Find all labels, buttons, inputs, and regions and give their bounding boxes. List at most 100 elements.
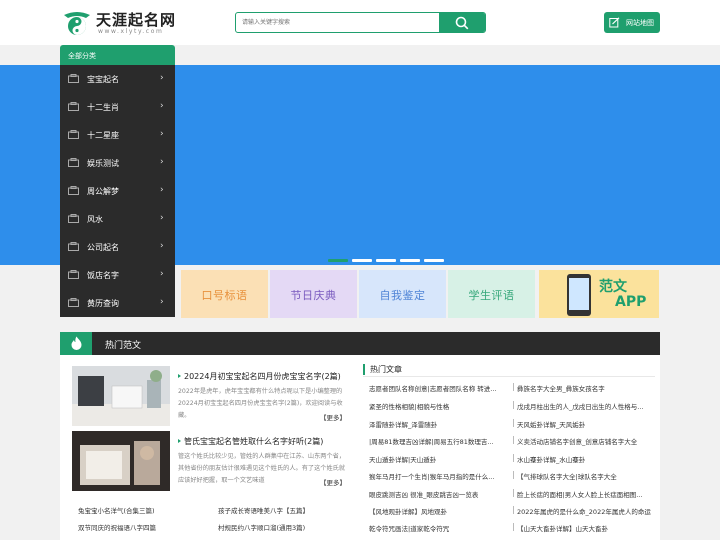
banner-dot-1[interactable] bbox=[328, 259, 348, 262]
bottom-link[interactable]: 兔宝宝小名洋气(合集三篇) bbox=[78, 505, 208, 515]
menu-icon bbox=[68, 214, 79, 223]
hot-section-title: 热门范文 bbox=[105, 341, 142, 351]
menu-icon bbox=[68, 102, 79, 111]
logo-title: 天涯起名网 bbox=[96, 11, 177, 29]
tile-label: 口号标语 bbox=[201, 289, 248, 302]
article-more-link-1[interactable]: 【更多】 bbox=[320, 412, 346, 422]
sidebar-item-label: 周公解梦 bbox=[87, 187, 119, 196]
hot-article-link[interactable]: 乾令符咒画法|道家乾令符咒 bbox=[369, 523, 509, 533]
article-title-2[interactable]: 管氏宝宝起名管姓取什么名字好听(2篇) bbox=[177, 436, 323, 447]
tile-slogan[interactable]: 口号标语 bbox=[181, 270, 268, 318]
sidebar-item-label: 十二星座 bbox=[87, 131, 119, 140]
tile-student-comment[interactable]: 学生评语 bbox=[448, 270, 535, 318]
site-header: 天涯起名网 www.xlyty.com 网站地图 bbox=[0, 0, 720, 45]
chevron-right-icon: › bbox=[160, 73, 164, 83]
divider bbox=[513, 383, 514, 391]
search-box bbox=[235, 12, 486, 33]
menu-icon bbox=[68, 242, 79, 251]
sidebar-item-restaurant-name[interactable]: 饭店名字 › bbox=[60, 261, 175, 289]
app-download-tile[interactable]: 范文 APP bbox=[539, 270, 659, 318]
menu-icon bbox=[68, 130, 79, 139]
article-more-link-2[interactable]: 【更多】 bbox=[320, 477, 346, 487]
banner-dot-2[interactable] bbox=[352, 259, 372, 262]
sidebar-item-dream[interactable]: 周公解梦 › bbox=[60, 177, 175, 205]
divider bbox=[513, 436, 514, 444]
hot-article-link[interactable]: 义卖活动店铺名字创意_创意店铺名字大全 bbox=[517, 436, 657, 446]
sidebar-item-label: 饭店名字 bbox=[87, 271, 119, 280]
tile-self-appraisal[interactable]: 自我鉴定 bbox=[359, 270, 446, 318]
tile-festival[interactable]: 节日庆典 bbox=[270, 270, 357, 318]
hot-article-link[interactable]: 泽雷随卦详解_泽雷随卦 bbox=[369, 419, 509, 429]
hot-article-link[interactable]: 紧圣的性格相貌|相貌与性格 bbox=[369, 401, 509, 411]
bottom-link[interactable]: 孩子成长寄语唯美八字【五篇】 bbox=[218, 505, 353, 515]
banner-dot-4[interactable] bbox=[400, 259, 420, 262]
article-thumbnail-1[interactable] bbox=[72, 366, 170, 426]
chevron-right-icon: › bbox=[160, 269, 164, 279]
sidebar-item-label: 宝宝起名 bbox=[87, 75, 119, 84]
menu-icon bbox=[68, 270, 79, 279]
category-heading: 全部分类 bbox=[60, 45, 175, 65]
bottom-link[interactable]: 双节同庆的祝福语八字四篇 bbox=[78, 522, 208, 532]
flame-icon bbox=[71, 336, 82, 350]
hot-article-link[interactable]: 2022年属虎的是什么命_2022年属虎人的命运 bbox=[517, 506, 657, 516]
hot-article-link[interactable]: 猴年马月打一个生肖|猴年马月指的是什么... bbox=[369, 471, 509, 481]
sidebar-item-zodiac[interactable]: 十二生肖 › bbox=[60, 93, 175, 121]
divider bbox=[513, 489, 514, 497]
search-button[interactable] bbox=[439, 13, 485, 32]
hot-article-link[interactable]: 【山天大畜卦详解】山天大畜卦 bbox=[517, 523, 657, 533]
divider bbox=[513, 454, 514, 462]
sidebar-item-label: 风水 bbox=[87, 215, 103, 224]
app-tile-line2: APP bbox=[615, 294, 647, 310]
sidebar-item-almanac[interactable]: 黄历查询 › bbox=[60, 289, 175, 317]
divider bbox=[513, 471, 514, 479]
menu-icon bbox=[68, 186, 79, 195]
phone-icon bbox=[567, 274, 591, 316]
hot-article-link[interactable]: 脸上长痣的面相|男人女人脸上长痣面相图... bbox=[517, 489, 657, 499]
menu-icon bbox=[68, 74, 79, 83]
hot-icon-box bbox=[60, 332, 92, 355]
chevron-right-icon: › bbox=[160, 241, 164, 251]
sidebar-item-baby-naming[interactable]: 宝宝起名 › bbox=[60, 65, 175, 93]
sidebar-item-fengshui[interactable]: 风水 › bbox=[60, 205, 175, 233]
site-logo[interactable]: 天涯起名网 www.xlyty.com bbox=[62, 8, 175, 38]
hot-article-link[interactable]: |周易81数理吉凶详解|周易五行81数理吉... bbox=[369, 436, 509, 446]
bottom-link[interactable]: 村规民约八字顺口溜(通用3篇) bbox=[218, 522, 353, 532]
hot-section-header: 热门范文 bbox=[60, 332, 660, 355]
sitemap-label: 网站地图 bbox=[626, 19, 654, 27]
article-thumbnail-2[interactable] bbox=[72, 431, 170, 491]
sidebar-item-constellation[interactable]: 十二星座 › bbox=[60, 121, 175, 149]
divider bbox=[513, 401, 514, 409]
app-tile-line1: 范文 bbox=[599, 279, 627, 295]
sidebar-item-label: 公司起名 bbox=[87, 243, 119, 252]
menu-icon bbox=[68, 158, 79, 167]
banner-dot-3[interactable] bbox=[376, 259, 396, 262]
sidebar-item-label: 十二生肖 bbox=[87, 103, 119, 112]
hot-article-link[interactable]: 【风地观卦详解】风地观卦 bbox=[369, 506, 509, 516]
hot-article-link[interactable]: 【气排球队名字大全|球队名字大全 bbox=[517, 471, 657, 481]
divider bbox=[363, 376, 655, 377]
chevron-right-icon: › bbox=[160, 101, 164, 111]
sitemap-button[interactable]: 网站地图 bbox=[604, 12, 660, 33]
chevron-right-icon: › bbox=[160, 157, 164, 167]
hot-article-link[interactable]: 戊戌月柱出生的人_戊戌日出生的人性格与... bbox=[517, 401, 657, 411]
hot-article-link[interactable]: 彝族名字大全男_彝族女孩名字 bbox=[517, 383, 657, 393]
sidebar-item-label: 娱乐测试 bbox=[87, 159, 119, 168]
banner-dot-5[interactable] bbox=[424, 259, 444, 262]
hot-article-link[interactable]: 水山蹇卦详解_水山蹇卦 bbox=[517, 454, 657, 464]
category-sidebar: 宝宝起名 › 十二生肖 › 十二星座 › 娱乐测试 › 周公解梦 › 风水 › … bbox=[60, 65, 175, 317]
article-title-1[interactable]: 20224月初宝宝起名四月份虎宝宝名字(2篇) bbox=[178, 371, 341, 382]
hot-article-link[interactable]: 眼皮跳测吉凶 很准_眼皮跳吉凶一览表 bbox=[369, 489, 509, 499]
hot-article-link[interactable]: 天山遁卦详解|天山遁卦 bbox=[369, 454, 509, 464]
tile-label: 学生评语 bbox=[468, 289, 515, 302]
sidebar-item-company-naming[interactable]: 公司起名 › bbox=[60, 233, 175, 261]
sidebar-item-label: 黄历查询 bbox=[87, 299, 119, 308]
sidebar-item-fun-test[interactable]: 娱乐测试 › bbox=[60, 149, 175, 177]
divider bbox=[513, 419, 514, 427]
logo-mark-icon bbox=[64, 12, 90, 35]
hot-article-link[interactable]: 天风姤卦详解_天风姤卦 bbox=[517, 419, 657, 429]
edit-icon bbox=[609, 17, 620, 28]
hot-article-link[interactable]: 志愿者团队名称创意|志愿者团队名称 转进... bbox=[369, 383, 509, 393]
tile-label: 节日庆典 bbox=[290, 289, 337, 302]
search-input[interactable] bbox=[236, 13, 441, 32]
chevron-right-icon: › bbox=[160, 297, 164, 307]
